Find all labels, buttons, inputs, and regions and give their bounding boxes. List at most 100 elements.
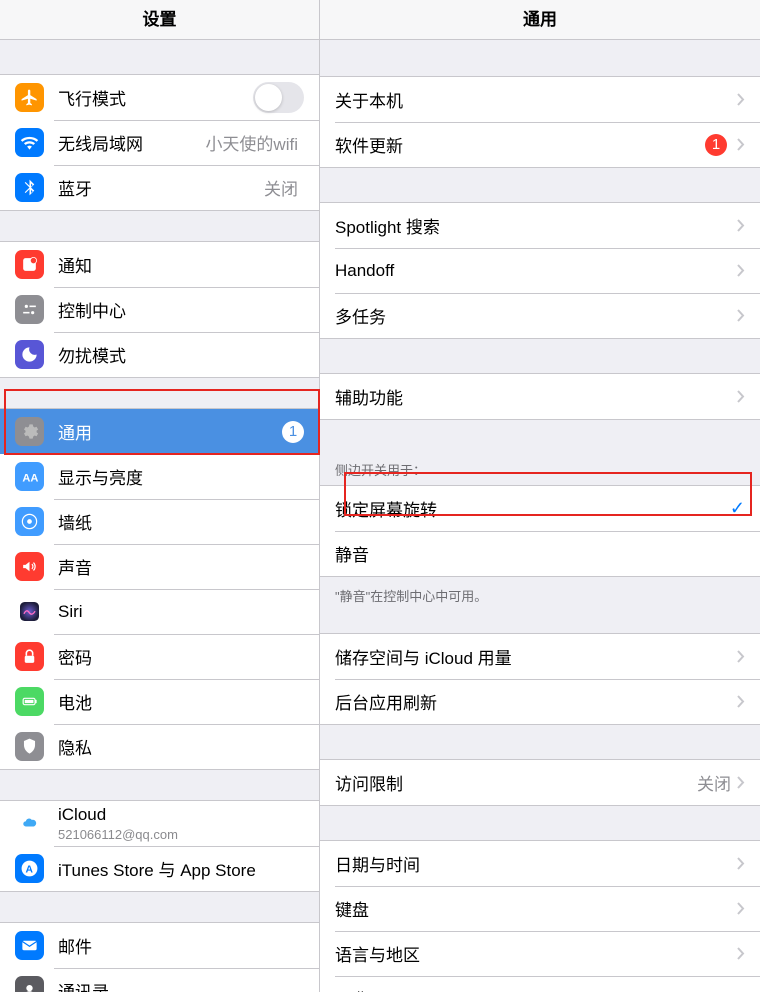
battery-icon: [15, 687, 44, 716]
settings-row-label: 后台应用刷新: [335, 689, 737, 714]
settings-row-label: Spotlight 搜索: [335, 213, 737, 238]
sidebar-item-control[interactable]: 控制中心: [0, 287, 319, 332]
sidebar-item-label: 显示与亮度: [58, 464, 304, 489]
mail-icon: [15, 931, 44, 960]
sidebar-item-appstore[interactable]: AiTunes Store 与 App Store: [0, 846, 319, 891]
settings-row[interactable]: 多任务: [320, 293, 760, 338]
bluetooth-icon: [15, 173, 44, 202]
sidebar-item-mail[interactable]: 邮件: [0, 923, 319, 968]
settings-row[interactable]: 访问限制关闭: [320, 760, 760, 805]
detail-title: 通用: [320, 0, 760, 40]
sidebar-item-label: 电池: [58, 689, 304, 714]
airplane-icon: [15, 83, 44, 112]
sidebar-item-label: 控制中心: [58, 297, 304, 322]
gear-icon: [15, 417, 44, 446]
settings-group: 访问限制关闭: [320, 759, 760, 806]
settings-row-label: 锁定屏幕旋转: [335, 496, 730, 521]
settings-row[interactable]: 锁定屏幕旋转✓: [320, 486, 760, 531]
settings-row[interactable]: 关于本机: [320, 77, 760, 122]
control-icon: [15, 295, 44, 324]
sidebar-item-wifi[interactable]: 无线局域网小天使的wifi: [0, 120, 319, 165]
svg-text:A: A: [26, 864, 34, 875]
sidebar-item-bluetooth[interactable]: 蓝牙关闭: [0, 165, 319, 210]
wallpaper-icon: [15, 507, 44, 536]
settings-row-value: 关闭: [697, 770, 731, 795]
sidebar-group: 通知控制中心勿扰模式: [0, 241, 319, 378]
settings-row[interactable]: 静音: [320, 531, 760, 576]
section-header: 侧边开关用于：: [320, 454, 760, 485]
sidebar-item-value: 关闭: [264, 175, 298, 200]
sidebar-item-battery[interactable]: 电池: [0, 679, 319, 724]
contacts-icon: [15, 976, 44, 992]
sidebar-item-contacts[interactable]: 通讯录: [0, 968, 319, 992]
sidebar-item-label: 通讯录: [58, 978, 304, 992]
sidebar-group: iCloud521066112@qq.comAiTunes Store 与 Ap…: [0, 800, 319, 892]
settings-row[interactable]: 语言与地区: [320, 931, 760, 976]
settings-row-label: 关于本机: [335, 87, 737, 112]
settings-row[interactable]: Spotlight 搜索: [320, 203, 760, 248]
sidebar-item-siri[interactable]: Siri: [0, 589, 319, 634]
settings-row[interactable]: 后台应用刷新: [320, 679, 760, 724]
sidebar-item-label: 邮件: [58, 933, 304, 958]
sidebar-item-gear[interactable]: 通用1: [0, 409, 319, 454]
dnd-icon: [15, 340, 44, 369]
sidebar-item-icloud[interactable]: iCloud521066112@qq.com: [0, 801, 319, 846]
notification-badge: 1: [705, 134, 727, 156]
sidebar-item-lock[interactable]: 密码: [0, 634, 319, 679]
sidebar-item-label: 蓝牙: [58, 175, 264, 200]
settings-sidebar: 设置 飞行模式无线局域网小天使的wifi蓝牙关闭通知控制中心勿扰模式通用1AA显…: [0, 0, 320, 992]
settings-group: 锁定屏幕旋转✓ 静音: [320, 485, 760, 577]
sidebar-item-subtitle: 521066112@qq.com: [58, 827, 304, 842]
settings-row-label: 储存空间与 iCloud 用量: [335, 644, 737, 669]
settings-row-label: 静音: [335, 541, 745, 566]
settings-row-label: 键盘: [335, 896, 737, 921]
settings-row-label: 语言与地区: [335, 941, 737, 966]
settings-row-label: 多任务: [335, 303, 737, 328]
sidebar-item-dnd[interactable]: 勿扰模式: [0, 332, 319, 377]
icloud-icon: [15, 809, 44, 838]
settings-row[interactable]: Handoff: [320, 248, 760, 293]
sidebar-item-label: 通知: [58, 252, 304, 277]
settings-row[interactable]: 词典: [320, 976, 760, 992]
settings-row-label: 软件更新: [335, 132, 705, 157]
sidebar-item-label: 声音: [58, 554, 304, 579]
settings-group: 储存空间与 iCloud 用量后台应用刷新: [320, 633, 760, 725]
badge: 1: [282, 421, 304, 443]
sidebar-item-label: 隐私: [58, 734, 304, 759]
sidebar-item-label: 勿扰模式: [58, 342, 304, 367]
sidebar-item-airplane[interactable]: 飞行模式: [0, 75, 319, 120]
settings-row[interactable]: 日期与时间: [320, 841, 760, 886]
settings-detail: 通用 关于本机软件更新1 Spotlight 搜索 Handoff 多任务辅助功能侧边…: [320, 0, 760, 992]
sidebar-item-label: 无线局域网: [58, 130, 205, 155]
settings-row-label: 词典: [335, 986, 737, 992]
sidebar-group: 飞行模式无线局域网小天使的wifi蓝牙关闭: [0, 74, 319, 211]
sidebar-item-label: Siri: [58, 602, 304, 622]
sidebar-group: 通用1 AA 显示与亮度墙纸声音 Siri 密码电池隐私: [0, 408, 319, 770]
settings-row[interactable]: 辅助功能: [320, 374, 760, 419]
sidebar-item-label: 密码: [58, 644, 304, 669]
display-icon: AA: [15, 462, 44, 491]
sidebar-item-label: 墙纸: [58, 509, 304, 534]
privacy-icon: [15, 732, 44, 761]
sound-icon: [15, 552, 44, 581]
notify-icon: [15, 250, 44, 279]
sidebar-item-display[interactable]: AA 显示与亮度: [0, 454, 319, 499]
section-footer: "静音"在控制中心中可用。: [320, 579, 760, 611]
sidebar-item-privacy[interactable]: 隐私: [0, 724, 319, 769]
settings-row-label: 日期与时间: [335, 851, 737, 876]
siri-icon: [15, 597, 44, 626]
svg-text:AA: AA: [22, 472, 38, 484]
appstore-icon: A: [15, 854, 44, 883]
sidebar-item-sound[interactable]: 声音: [0, 544, 319, 589]
sidebar-item-wallpaper[interactable]: 墙纸: [0, 499, 319, 544]
toggle-switch[interactable]: [253, 82, 304, 113]
wifi-icon: [15, 128, 44, 157]
settings-group: 日期与时间键盘语言与地区词典: [320, 840, 760, 992]
settings-group: 关于本机软件更新1: [320, 76, 760, 168]
sidebar-item-value: 小天使的wifi: [205, 130, 298, 155]
sidebar-item-label: 通用: [58, 419, 282, 444]
settings-row[interactable]: 软件更新1: [320, 122, 760, 167]
sidebar-item-notify[interactable]: 通知: [0, 242, 319, 287]
settings-row[interactable]: 键盘: [320, 886, 760, 931]
settings-row[interactable]: 储存空间与 iCloud 用量: [320, 634, 760, 679]
